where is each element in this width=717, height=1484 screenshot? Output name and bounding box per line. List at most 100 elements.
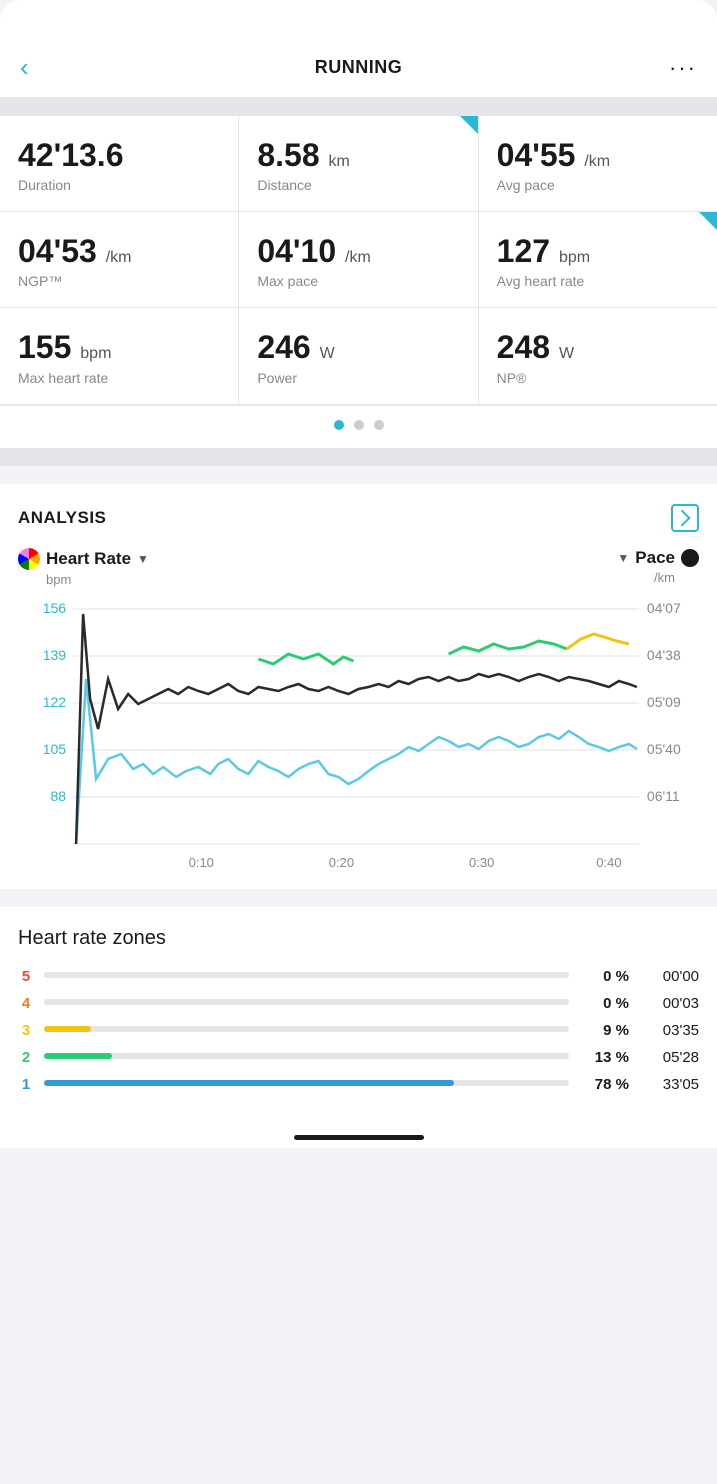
zone-4-track: [44, 999, 569, 1005]
stat-avg-hr-value: 127 bpm: [497, 234, 699, 269]
stat-power-value: 246 W: [257, 330, 459, 365]
stats-row-1: 42'13.6 Duration 8.58 km Distance 04'55 …: [0, 116, 717, 212]
stat-duration-label: Duration: [18, 177, 220, 193]
back-button[interactable]: ‹: [20, 52, 60, 83]
zone-5-track: [44, 972, 569, 978]
stat-max-hr: 155 bpm Max heart rate: [0, 308, 239, 403]
stat-distance-label: Distance: [257, 177, 459, 193]
triangle-indicator-2: [699, 212, 717, 230]
zone-5-bar: [44, 972, 569, 980]
heart-rate-selector[interactable]: Heart Rate ▼: [18, 548, 149, 570]
stat-ngp-value: 04'53 /km: [18, 234, 220, 269]
dot-2[interactable]: [354, 420, 364, 430]
pace-dot-icon: [681, 549, 699, 567]
stat-avg-pace-unit: /km: [584, 153, 610, 170]
home-indicator: [0, 1123, 717, 1148]
analysis-section: ANALYSIS Heart Rate ▼ bpm ▼ Pace /km: [0, 484, 717, 889]
zone-row-2: 2 13 % 05'28: [18, 1049, 699, 1066]
stat-np-unit: W: [559, 345, 574, 362]
stat-ngp-label: NGP™: [18, 273, 220, 289]
zone-3-number: 3: [18, 1022, 34, 1039]
zone-5-time: 00'00: [639, 968, 699, 985]
stats-grid: 42'13.6 Duration 8.58 km Distance 04'55 …: [0, 116, 717, 448]
stat-np: 248 W NP®: [479, 308, 717, 403]
stat-max-pace-label: Max pace: [257, 273, 459, 289]
stat-np-value: 248 W: [497, 330, 699, 365]
zone-row-1: 1 78 % 33'05: [18, 1076, 699, 1093]
svg-text:04'38: 04'38: [647, 647, 681, 663]
stats-row-2: 04'53 /km NGP™ 04'10 /km Max pace 127 bp…: [0, 212, 717, 308]
stat-ngp: 04'53 /km NGP™: [0, 212, 239, 307]
zone-3-track: [44, 1026, 569, 1032]
stat-max-pace-value: 04'10 /km: [257, 234, 459, 269]
zone-row-5: 5 0 % 00'00: [18, 968, 699, 985]
svg-text:0:30: 0:30: [469, 855, 494, 870]
zone-2-number: 2: [18, 1049, 34, 1066]
right-metric-name: Pace: [635, 548, 675, 568]
stat-avg-pace-label: Avg pace: [497, 177, 699, 193]
zone-2-bar: [44, 1053, 569, 1061]
stat-power: 246 W Power: [239, 308, 478, 403]
svg-text:04'07: 04'07: [647, 600, 681, 616]
pace-selector[interactable]: ▼ Pace: [617, 548, 699, 568]
zone-2-track: [44, 1053, 569, 1059]
page-title: RUNNING: [315, 57, 403, 78]
more-button[interactable]: ···: [657, 55, 697, 81]
svg-text:139: 139: [43, 647, 67, 663]
left-metric-unit: bpm: [46, 572, 149, 587]
stat-max-hr-value: 155 bpm: [18, 330, 220, 365]
zone-5-number: 5: [18, 968, 34, 985]
zone-3-time: 03'35: [639, 1022, 699, 1039]
stat-distance-unit: km: [329, 153, 350, 170]
chart-container: 156 139 122 105 88 04'07 04'38 05'09 05'…: [18, 599, 699, 879]
stat-avg-pace-value: 04'55 /km: [497, 138, 699, 173]
right-metric-selector: ▼ Pace /km: [617, 548, 699, 585]
zone-4-time: 00'03: [639, 995, 699, 1012]
stat-distance-value: 8.58 km: [257, 138, 459, 173]
svg-text:105: 105: [43, 741, 67, 757]
stat-avg-hr-unit: bpm: [559, 249, 590, 266]
chart-svg: 156 139 122 105 88 04'07 04'38 05'09 05'…: [18, 599, 699, 879]
stat-max-hr-unit: bpm: [80, 345, 111, 362]
zone-2-fill: [44, 1053, 112, 1059]
left-metric-name: Heart Rate: [46, 549, 131, 569]
zone-1-percent: 78 %: [579, 1076, 629, 1093]
left-metric-selector: Heart Rate ▼ bpm: [18, 548, 149, 587]
stat-np-label: NP®: [497, 370, 699, 386]
analysis-separator: [0, 448, 717, 466]
svg-text:0:10: 0:10: [189, 855, 214, 870]
zone-row-4: 4 0 % 00'03: [18, 995, 699, 1012]
stat-ngp-unit: /km: [106, 249, 132, 266]
dot-1[interactable]: [334, 420, 344, 430]
triangle-indicator-1: [460, 116, 478, 134]
zone-1-number: 1: [18, 1076, 34, 1093]
stat-power-label: Power: [257, 370, 459, 386]
left-metric-chevron: ▼: [137, 552, 149, 566]
home-bar: [294, 1135, 424, 1140]
hr-zones-section: Heart rate zones 5 0 % 00'00 4 0 % 00'03…: [0, 907, 717, 1123]
svg-text:05'09: 05'09: [647, 694, 681, 710]
stats-row-3: 155 bpm Max heart rate 246 W Power 248 W…: [0, 308, 717, 404]
zone-1-time: 33'05: [639, 1076, 699, 1093]
zone-5-percent: 0 %: [579, 968, 629, 985]
stat-duration-value: 42'13.6: [18, 138, 220, 173]
svg-text:122: 122: [43, 694, 67, 710]
zone-1-fill: [44, 1080, 454, 1086]
right-metric-chevron: ▼: [617, 551, 629, 565]
svg-text:88: 88: [50, 788, 66, 804]
svg-text:0:40: 0:40: [596, 855, 621, 870]
stat-max-pace: 04'10 /km Max pace: [239, 212, 478, 307]
expand-button[interactable]: [671, 504, 699, 532]
zone-1-bar: [44, 1080, 569, 1088]
stat-power-unit: W: [320, 345, 335, 362]
stat-avg-hr: 127 bpm Avg heart rate: [479, 212, 717, 307]
zone-4-percent: 0 %: [579, 995, 629, 1012]
hr-zones-title: Heart rate zones: [18, 927, 699, 950]
rainbow-icon: [18, 548, 40, 570]
stat-max-pace-unit: /km: [345, 249, 371, 266]
stat-duration: 42'13.6 Duration: [0, 116, 239, 211]
zone-4-bar: [44, 999, 569, 1007]
zone-4-number: 4: [18, 995, 34, 1012]
dot-3[interactable]: [374, 420, 384, 430]
status-bar: [0, 0, 717, 44]
